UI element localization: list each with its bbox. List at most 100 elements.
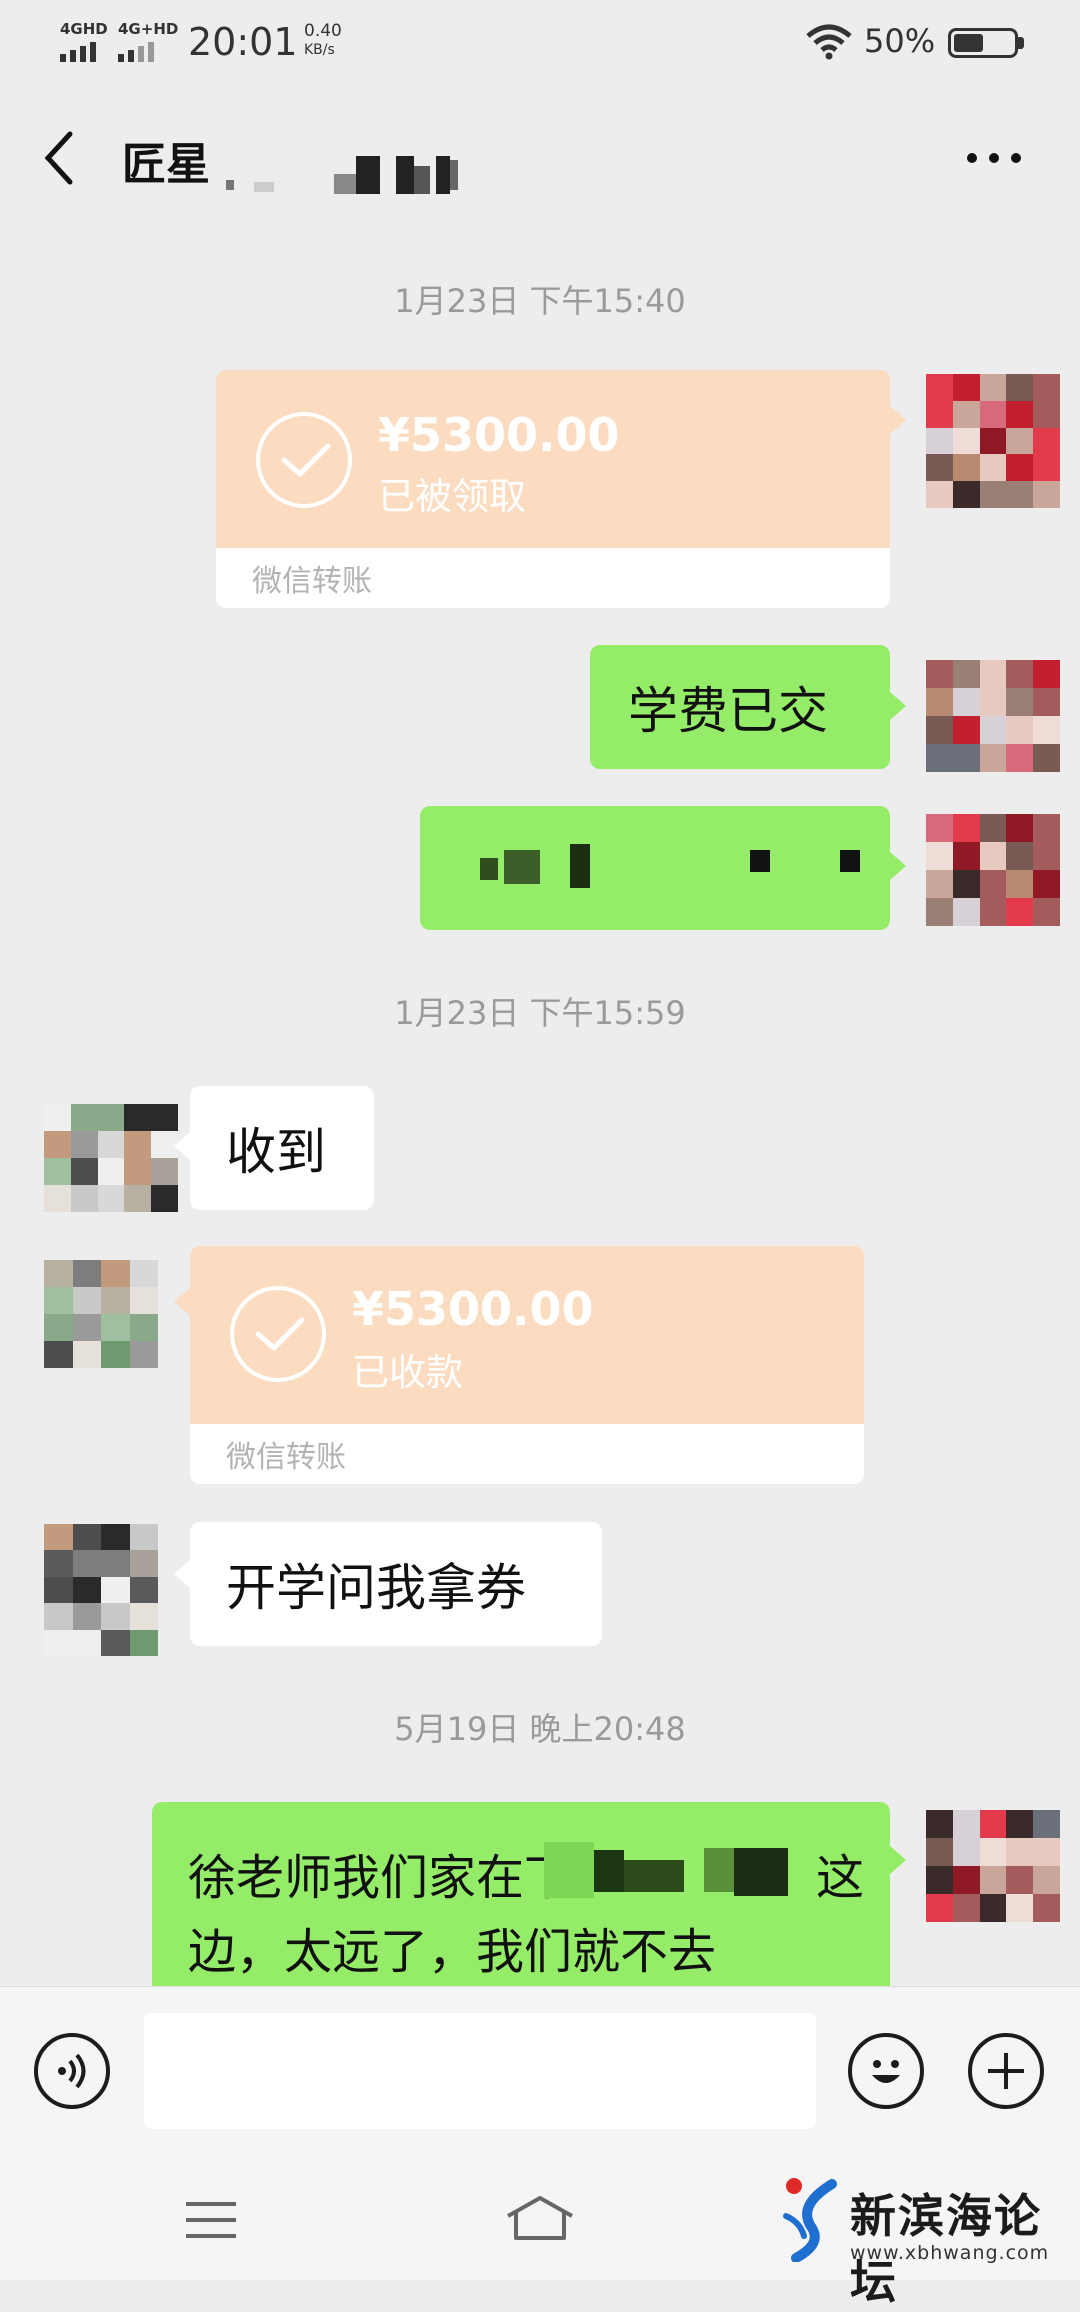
message-input[interactable] (144, 2013, 816, 2129)
network-label-2: 4G+HD (118, 20, 179, 38)
bubble-tail (174, 1132, 190, 1160)
censor-block (840, 850, 860, 872)
avatar-pixel (101, 1314, 130, 1341)
avatar-pixel (44, 1629, 73, 1656)
menu-icon[interactable] (184, 2200, 238, 2240)
avatar-pixel (44, 1341, 73, 1368)
message-line-2: 边，太远了，我们就不去 (188, 1924, 717, 1980)
avatar-pixel (979, 481, 1007, 508)
clock: 20:01 (188, 20, 298, 64)
message-bubble-sent-censored[interactable] (420, 806, 890, 930)
avatar-pixel (151, 1104, 178, 1131)
network-indicator-2: 4G+HD (118, 20, 178, 62)
message-bubble-received[interactable]: 开学问我拿券 (190, 1522, 602, 1646)
message-bubble-sent-long[interactable]: 徐老师我们家在下 这 边，太远了，我们就不去 (152, 1802, 890, 1986)
avatar[interactable] (44, 1524, 158, 1656)
transfer-card-top: ¥5300.00 已被领取 (216, 370, 890, 548)
avatar-pixel (926, 744, 953, 772)
home-icon[interactable] (504, 2194, 576, 2242)
avatar-pixel (926, 1810, 953, 1838)
avatar[interactable] (926, 1810, 1060, 1922)
avatar[interactable] (44, 1104, 178, 1212)
avatar-pixel (979, 374, 1007, 401)
back-arrow-icon[interactable] (40, 130, 76, 186)
battery-tip (1018, 37, 1024, 49)
avatar-pixel (124, 1131, 152, 1158)
avatar-pixel (101, 1524, 130, 1551)
avatar-pixel (1006, 481, 1034, 508)
avatar[interactable] (926, 814, 1060, 926)
avatar-pixel (979, 898, 1007, 926)
avatar-pixel (1006, 744, 1034, 772)
avatar[interactable] (926, 374, 1060, 508)
net-speed-value: 0.40 (304, 21, 342, 41)
avatar-pixel (44, 1260, 73, 1287)
chat-title[interactable]: 匠星 (122, 128, 210, 192)
message-text: 开学问我拿券 (226, 1559, 526, 1617)
avatar-pixel (124, 1185, 152, 1212)
avatar-pixel (1006, 454, 1034, 482)
avatar-pixel (952, 898, 980, 926)
avatar-pixel (72, 1603, 101, 1630)
plus-icon (988, 2053, 1024, 2089)
transfer-card-sent[interactable]: ¥5300.00 已被领取 微信转账 (216, 370, 890, 608)
avatar-pixel (952, 400, 980, 428)
transfer-amount: ¥5300.00 (378, 408, 620, 462)
bubble-tail (174, 1560, 190, 1588)
wifi-icon (806, 24, 852, 60)
voice-button[interactable] (34, 2033, 110, 2109)
avatar-pixel (44, 1576, 73, 1604)
avatar-pixel (926, 814, 953, 842)
transfer-card-top: ¥5300.00 已收款 (190, 1246, 864, 1424)
plus-button[interactable] (968, 2033, 1044, 2109)
avatar[interactable] (926, 660, 1060, 772)
avatar-pixel (44, 1603, 73, 1630)
emoji-button[interactable] (848, 2033, 924, 2109)
avatar-pixel (1033, 427, 1060, 455)
avatar-pixel (926, 688, 953, 716)
bubble-tail (890, 692, 906, 720)
avatar-pixel (97, 1158, 125, 1185)
check-circle-icon (256, 412, 352, 508)
avatar-pixel (979, 688, 1007, 716)
avatar-pixel (979, 870, 1007, 898)
censor-block (750, 850, 770, 872)
avatar-pixel (926, 1866, 953, 1894)
message-bubble-received[interactable]: 收到 (190, 1086, 374, 1210)
message-line-1: 徐老师我们家在下 (188, 1838, 572, 1908)
avatar-pixel (952, 744, 980, 772)
avatar-pixel (1033, 481, 1060, 508)
more-options-icon[interactable] (966, 150, 1022, 166)
avatar-pixel (952, 374, 980, 401)
avatar-pixel (979, 716, 1007, 744)
avatar-pixel (1006, 1810, 1034, 1838)
avatar-pixel (44, 1550, 73, 1577)
message-bubble-sent[interactable]: 学费已交 (590, 645, 890, 769)
network-indicator-1: 4GHD (60, 20, 108, 62)
avatar-pixel (101, 1629, 130, 1656)
avatar-pixel (44, 1314, 73, 1341)
avatar-pixel (101, 1576, 130, 1604)
avatar-pixel (1006, 660, 1034, 688)
avatar-pixel (1033, 400, 1060, 428)
avatar-pixel (926, 374, 953, 401)
avatar-pixel (1033, 870, 1060, 898)
avatar[interactable] (44, 1260, 158, 1368)
avatar-pixel (926, 716, 953, 744)
avatar-pixel (926, 427, 953, 455)
avatar-pixel (72, 1576, 101, 1604)
avatar-pixel (926, 898, 953, 926)
avatar-pixel (1006, 842, 1034, 870)
avatar-pixel (952, 1838, 980, 1866)
avatar-pixel (952, 481, 980, 508)
avatar-pixel (72, 1287, 101, 1314)
avatar-pixel (72, 1314, 101, 1341)
avatar-pixel (1033, 716, 1060, 744)
avatar-pixel (70, 1104, 98, 1131)
signal-icon (60, 42, 108, 62)
transfer-card-received[interactable]: ¥5300.00 已收款 微信转账 (190, 1246, 864, 1484)
avatar-pixel (101, 1550, 130, 1577)
avatar-pixel (129, 1629, 158, 1656)
avatar-pixel (97, 1131, 125, 1158)
avatar-pixel (1006, 814, 1034, 842)
